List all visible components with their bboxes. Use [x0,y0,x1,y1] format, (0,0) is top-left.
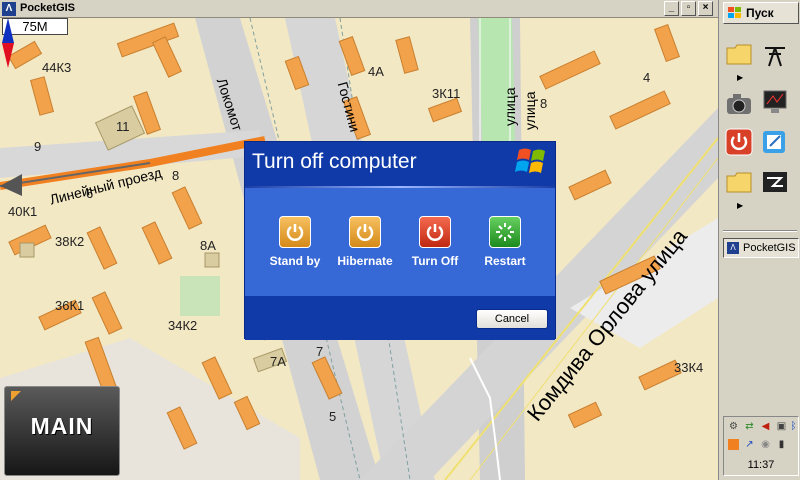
building-label: 36К1 [55,298,85,313]
building-label: 38К2 [55,234,85,249]
stand-by-icon [279,216,311,248]
stand-by-label: Stand by [269,254,321,268]
edit-document-icon[interactable] [761,128,789,156]
building-label: 8 [172,168,180,183]
cancel-button[interactable]: Cancel [476,309,548,329]
task-pocketgis[interactable]: Λ PocketGIS [723,238,799,258]
pocketgis-small-icon: Λ [727,242,739,254]
building-label: 7 [316,344,324,359]
building-label: 9 [34,139,42,154]
camera-icon[interactable] [725,90,753,118]
task-label: PocketGIS [743,242,796,254]
bluetooth-icon[interactable]: ᛒ [788,421,799,432]
submenu-arrow-icon: ▶ [737,73,744,82]
building-label: 33К4 [674,360,704,375]
dialog-title: Turn off computer [252,150,417,173]
clock[interactable]: 11:37 [724,459,798,471]
windows-logo-icon [515,148,545,173]
pocketgis-icon[interactable] [761,40,789,68]
volume-icon[interactable]: ◀ [760,421,771,432]
submenu-arrow-icon: ▶ [737,201,744,210]
keyboard-icon[interactable] [728,439,739,450]
hibernate-option[interactable]: Hibernate [329,216,401,268]
network-icon[interactable]: ⇄ [744,421,755,432]
taskbar-divider [723,230,797,232]
monitor-icon[interactable] [761,88,789,116]
minimize-button[interactable]: _ [664,1,679,16]
building-label: 34К2 [168,318,198,333]
turn-off-option[interactable]: Turn Off [399,216,471,268]
battery-icon[interactable]: ▮ [776,439,787,450]
system-tray: ⚙ ⇄ ◀ ▣ ᛒ ↗ ◉ ▮ 11:37 [723,416,799,476]
window-title: PocketGIS [20,2,76,14]
display-icon[interactable]: ▣ [776,421,787,432]
building-label: 5 [329,409,337,424]
street-label: улица [522,91,538,131]
building-label: 8 [540,96,548,111]
main-button-label: MAIN [30,413,94,439]
building-label: 11 [116,119,130,134]
sync-icon[interactable]: ◉ [760,439,771,450]
building-label: 8А [200,238,216,253]
hibernate-label: Hibernate [337,254,393,268]
title-bar: Λ PocketGIS _ ▫ × [0,0,718,18]
stand-by-option[interactable]: Stand by [259,216,331,268]
windows-flag-icon [728,7,741,18]
building-label: 40К1 [8,204,38,219]
hibernate-icon [349,216,381,248]
maximize-button[interactable]: ▫ [681,1,696,16]
folder-icon[interactable] [725,168,753,196]
app-launcher-icon[interactable] [761,168,789,196]
street-label: улица [502,87,518,127]
restart-icon [489,216,521,248]
compass-icon[interactable] [0,18,16,68]
restart-label: Restart [484,254,526,268]
building-label: 4 [643,70,651,85]
start-label: Пуск [746,6,774,20]
building-label: 7А [270,354,286,369]
app-logo-icon: Λ [2,2,16,16]
turn-off-label: Turn Off [411,254,459,268]
close-button[interactable]: × [698,1,713,16]
corner-arrow-icon [11,391,21,401]
main-menu-button[interactable]: MAIN [4,386,120,476]
stylus-icon[interactable]: ↗ [744,439,755,450]
restart-option[interactable]: Restart [469,216,541,268]
start-button[interactable]: Пуск [723,2,799,24]
folder-icon[interactable] [725,40,753,68]
turn-off-dialog: Turn off computer Stand by Hibernate Tur… [244,141,556,340]
shutdown-icon[interactable] [725,128,753,156]
power-icon [419,216,451,248]
building-label: 44К3 [42,60,72,75]
building-label: 4А [368,64,384,79]
settings-icon[interactable]: ⚙ [728,421,739,432]
taskbar: Пуск ▶ ▶ Λ PocketGIS ⚙ ⇄ ◀ ▣ ᛒ ↗ ◉ ▮ 11:… [718,0,800,480]
building-label: 3К11 [432,86,461,101]
